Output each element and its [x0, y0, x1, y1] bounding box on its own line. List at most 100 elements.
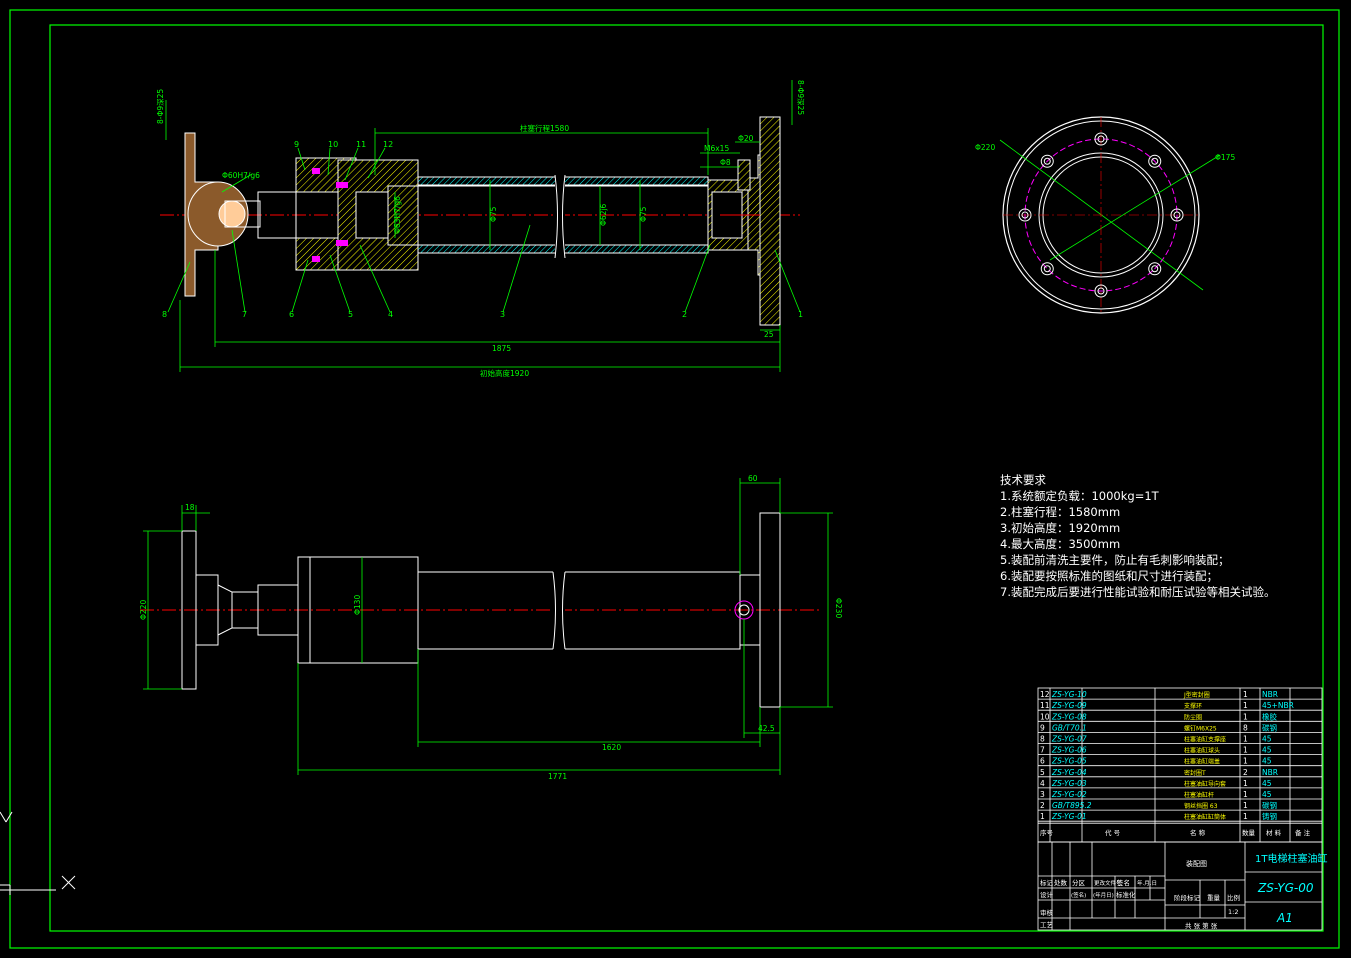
bom-code: ZS-YG-04 — [1051, 768, 1087, 777]
dim-d63: Φ63H7/g6 — [393, 196, 402, 234]
balloon-10: 10 — [328, 140, 338, 149]
balloon-2: 2 — [682, 310, 687, 319]
dim-d130: Φ130 — [353, 595, 362, 615]
bom-name: 柱塞油缸球头 — [1184, 747, 1220, 755]
bom-material: NBR — [1262, 768, 1278, 777]
technical-requirements: 技术要求 1.系统额定负载：1000kg=1T 2.柱塞行程：1580mm 3.… — [1000, 472, 1275, 600]
title-main: 1T电梯柱塞油缸 ZS-YG-00 A1 — [1255, 852, 1327, 925]
bom-material: 45 — [1262, 757, 1272, 766]
tb-sign: 签名 — [1117, 878, 1130, 887]
bom-name: 螺钉M6X25 — [1184, 724, 1217, 732]
bom-material: 45 — [1262, 790, 1272, 799]
tb-assembly: 装配图 — [1186, 859, 1207, 868]
tb-design: 设计 — [1040, 890, 1054, 899]
req-item: 3.初始高度：1920mm — [1000, 521, 1121, 535]
bom-no: 3 — [1040, 790, 1045, 799]
bolt-hole — [1040, 262, 1054, 276]
bom-code: ZS-YG-02 — [1051, 790, 1087, 799]
bom-qty: 1 — [1243, 801, 1248, 810]
bom-name: 柱塞油缸缸筒体 — [1184, 813, 1226, 821]
balloon-9: 9 — [294, 140, 299, 149]
bom-no: 4 — [1040, 779, 1045, 788]
dim-h220: Φ220 — [139, 600, 148, 620]
req-item: 2.柱塞行程：1580mm — [1000, 505, 1121, 519]
bom-material: NBR — [1262, 690, 1278, 699]
bom-header-code: 代 号 — [1105, 828, 1121, 837]
section-dimensions — [165, 80, 801, 372]
bom-qty: 1 — [1243, 779, 1248, 788]
dim-d230: Φ230 — [834, 598, 843, 618]
bom-name: 钢丝挡圈 63 — [1184, 802, 1218, 810]
req-item: 7.装配完成后要进行性能试验和耐压试验等相关试验。 — [1000, 585, 1276, 599]
bom-qty: 1 — [1243, 757, 1248, 766]
bom-qty: 1 — [1243, 790, 1248, 799]
bom-qty: 1 — [1243, 690, 1248, 699]
tb-scale-label: 比例 — [1227, 893, 1240, 902]
tb-zone: 分区 — [1072, 878, 1086, 887]
drawing-title: 1T电梯柱塞油缸 — [1255, 852, 1327, 865]
dim-stroke: 柱塞行程1580 — [520, 123, 569, 133]
req-heading: 技术要求 — [1000, 473, 1046, 487]
bom-code: ZS-YG-10 — [1051, 690, 1087, 699]
bom-qty: 1 — [1243, 746, 1248, 755]
bom-code: ZS-YG-01 — [1051, 812, 1087, 821]
bom-name: 密封圈T — [1184, 769, 1206, 777]
bom-qty: 1 — [1243, 712, 1248, 721]
dim-phi8: Φ8 — [720, 158, 731, 167]
bom-material: 橡胶 — [1262, 711, 1278, 721]
balloon-7: 7 — [242, 310, 247, 319]
bom-no: 7 — [1040, 746, 1045, 755]
dim-1620: 1620 — [602, 743, 621, 752]
bom-no: 9 — [1040, 723, 1045, 732]
bom-code: ZS-YG-09 — [1051, 701, 1087, 710]
balloon-3: 3 — [500, 310, 505, 319]
tb-sign2: (签名) — [1071, 891, 1086, 899]
dim-d75: Φ75 — [489, 206, 498, 222]
dim-25: 25 — [764, 330, 774, 339]
end-view: Φ220 Φ175 — [975, 116, 1235, 314]
bom-no: 11 — [1040, 701, 1050, 710]
req-item: 1.系统额定负载：1000kg=1T — [1000, 489, 1159, 503]
bom-code: ZS-YG-08 — [1051, 712, 1087, 721]
dim-m6: M6x15 — [704, 144, 729, 153]
bom-header-remark: 备 注 — [1295, 828, 1311, 837]
bom-header-qty: 数量 — [1242, 828, 1256, 837]
bom-material: 45+NBR — [1262, 701, 1294, 710]
bom-qty: 8 — [1243, 723, 1248, 732]
balloon-4: 4 — [388, 310, 393, 319]
req-item: 6.装配要按照标准的图纸和尺寸进行装配； — [1000, 569, 1218, 583]
tb-review: 审核 — [1040, 908, 1054, 917]
bom-code: ZS-YG-05 — [1051, 757, 1087, 766]
dim-1771: 1771 — [548, 772, 567, 781]
balloon-12: 12 — [383, 140, 393, 149]
dim-42: 42.5 — [758, 724, 775, 733]
bom-no: 12 — [1040, 690, 1050, 699]
tb-sheets: 共 张 第 张 — [1185, 921, 1218, 930]
bom-material: 碳钢 — [1262, 800, 1277, 810]
tb-mark: 标记 — [1040, 878, 1054, 887]
bom-code: ZS-YG-03 — [1051, 779, 1087, 788]
bom-material: 45 — [1262, 735, 1272, 744]
bom-name: 支撑环 — [1184, 702, 1202, 710]
bom-header-name: 名 称 — [1190, 828, 1206, 837]
bom-code: ZS-YG-07 — [1051, 735, 1087, 744]
tb-std: 标准化 — [1116, 890, 1136, 899]
bom-code: ZS-YG-06 — [1051, 746, 1087, 755]
tb-stage: 阶段标记 — [1174, 893, 1201, 902]
bom-no: 6 — [1040, 757, 1045, 766]
balloon-1: 1 — [798, 310, 803, 319]
dim-phi20: Φ20 — [738, 134, 754, 143]
req-item: 5.装配前清洗主要件，防止有毛刺影响装配； — [1000, 553, 1230, 567]
tb-count: 处数 — [1054, 878, 1068, 887]
dim-holes-right: 8-Φ9深25 — [796, 80, 805, 115]
bom-name: J型密封圈 — [1183, 691, 1210, 699]
bom-qty: 1 — [1243, 735, 1248, 744]
tb-process: 工艺 — [1040, 921, 1054, 929]
dim-d220: Φ220 — [975, 143, 995, 152]
balloon-8: 8 — [162, 310, 167, 319]
tb-scale: 1:2 — [1228, 908, 1238, 916]
bom-name: 柱塞油缸支撑座 — [1184, 736, 1226, 744]
sheet-size: A1 — [1276, 911, 1293, 925]
bom-name: 柱塞油缸端盖 — [1184, 758, 1220, 766]
tb-date: 年.月.日 — [1137, 879, 1157, 887]
